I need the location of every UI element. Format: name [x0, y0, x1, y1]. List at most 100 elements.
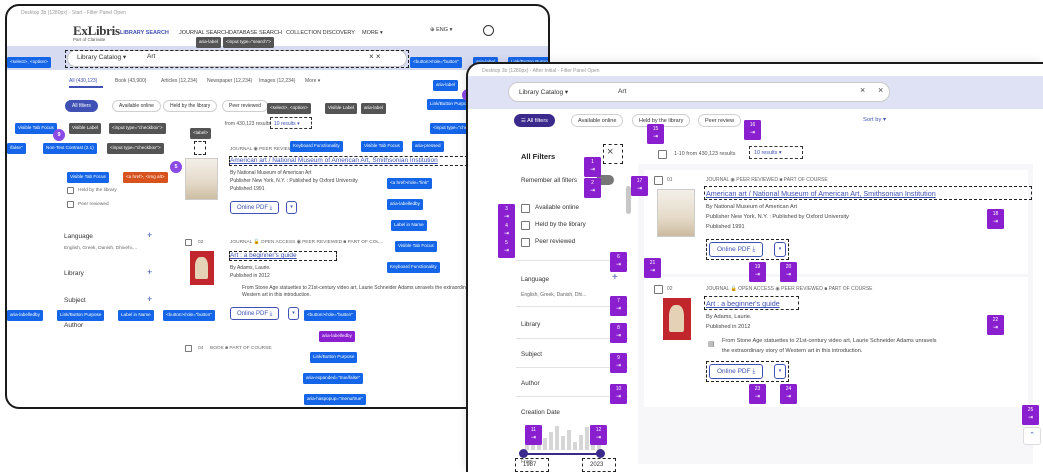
- plus-icon[interactable]: +: [147, 230, 152, 240]
- language-switcher[interactable]: ⊕ ENG ▾: [430, 27, 452, 33]
- tab-arrow-icon: ⇥: [649, 268, 656, 274]
- peer-reviewed-chip[interactable]: Peer reviewed: [222, 100, 268, 112]
- all-filters-chip[interactable]: ☰ All filters: [514, 114, 555, 127]
- pdf-dropdown-button[interactable]: ▾: [288, 307, 299, 320]
- held-by-library-chip[interactable]: Held by the library: [163, 100, 218, 112]
- tab-order-number: 2: [591, 180, 594, 186]
- tab-order-tag: 1 ⇥: [584, 157, 601, 177]
- tab-more[interactable]: More ▾: [305, 78, 320, 84]
- search-input[interactable]: Art: [618, 88, 626, 95]
- tag-select-option: <select>, <option>: [267, 103, 311, 114]
- window-title: Desktop 3b (1280px) - After Initial - Fi…: [482, 68, 600, 74]
- tab-order-tag: 11 ⇥: [525, 425, 542, 445]
- results-count: from 430,123 results: [225, 121, 271, 127]
- tag-input-checkbox: <input type="checkbox">: [107, 143, 164, 154]
- scroll-to-top-button[interactable]: ⌃: [1023, 427, 1041, 445]
- tab-order-tag: 8 ⇥: [610, 323, 627, 343]
- select-checkbox[interactable]: [185, 239, 192, 246]
- focus-outline: [194, 141, 206, 155]
- card-meta: JOURNAL ◉ PEER REVIEWED: [230, 147, 300, 152]
- to-handle[interactable]: [596, 449, 605, 458]
- front-window: Desktop 3b (1280px) - After Initial - Fi…: [466, 62, 1043, 472]
- tab-all[interactable]: All (430,123): [69, 78, 97, 84]
- tab-arrow-icon: ⇥: [992, 219, 999, 225]
- select-all-checkbox[interactable]: [658, 150, 667, 159]
- library-facet[interactable]: Library: [64, 270, 84, 277]
- all-filters-chip[interactable]: All filters: [65, 100, 98, 112]
- plus-icon[interactable]: +: [147, 267, 152, 277]
- scope-select[interactable]: Library Catalog ▾: [519, 88, 568, 96]
- nav-journal-search[interactable]: JOURNAL SEARCH: [179, 30, 229, 36]
- plus-icon[interactable]: +: [147, 294, 152, 304]
- available-online-chip[interactable]: Available online: [112, 100, 161, 112]
- tab-articles[interactable]: Articles (12,234): [161, 78, 197, 84]
- plus-icon[interactable]: +: [612, 272, 618, 283]
- language-facet[interactable]: Language: [64, 233, 93, 240]
- close-icon[interactable]: ×: [878, 85, 883, 95]
- tag-visible-tab-focus: Visible Tab Focus: [15, 123, 57, 134]
- tab-order-number: 16: [749, 122, 756, 128]
- close-filters-icon[interactable]: ×: [607, 146, 613, 158]
- tab-arrow-icon: ⇥: [589, 188, 596, 194]
- tab-order-number: 12: [595, 427, 602, 433]
- user-icon[interactable]: [483, 25, 494, 36]
- results-per-page[interactable]: 10 results ▾: [749, 146, 803, 159]
- from-handle[interactable]: [519, 449, 528, 458]
- tab-arrow-icon: ⇥: [754, 272, 761, 278]
- select-checkbox[interactable]: [185, 345, 192, 352]
- library-facet[interactable]: Library: [521, 321, 540, 328]
- held-checkbox[interactable]: [521, 221, 530, 230]
- tab-order-tag: 7 ⇥: [610, 296, 627, 316]
- tab-order-tag: 15 ⇥: [647, 124, 664, 144]
- tab-order-bubble: 9: [53, 129, 65, 141]
- author-facet[interactable]: Author: [64, 322, 83, 329]
- result-thumbnail[interactable]: [657, 189, 695, 237]
- nav-more[interactable]: MORE ▾: [362, 30, 383, 36]
- creation-date-facet[interactable]: Creation Date: [521, 409, 560, 416]
- peer-checkbox[interactable]: [67, 201, 74, 208]
- results-per-page[interactable]: 10 results ▾: [270, 117, 312, 129]
- tab-order-tag: 16 ⇥: [744, 120, 761, 140]
- book-cover[interactable]: [663, 298, 691, 340]
- available-online-checkbox[interactable]: [521, 204, 530, 213]
- select-checkbox[interactable]: [654, 176, 663, 185]
- results-count: 1-10 from 430,123 results: [674, 151, 736, 157]
- language-facet[interactable]: Language: [521, 276, 549, 283]
- subject-facet[interactable]: Subject: [521, 351, 542, 358]
- sort-by-dropdown[interactable]: Sort by ▾: [863, 117, 886, 123]
- tab-order-number: 21: [649, 260, 656, 266]
- peer-reviewed-chip[interactable]: Peer review: [698, 114, 742, 127]
- book-cover[interactable]: [190, 251, 214, 285]
- clear-icon[interactable]: ×: [860, 85, 865, 95]
- date-range-slider[interactable]: [521, 453, 601, 455]
- focus-outline: [704, 296, 799, 310]
- peer-checkbox[interactable]: [521, 238, 530, 247]
- tab-arrow-icon: ⇥: [503, 214, 510, 220]
- tab-order-tag: 23 ⇥: [749, 384, 766, 404]
- tab-newspaper[interactable]: Newspaper (12,234): [207, 78, 252, 84]
- held-checkbox[interactable]: [67, 187, 74, 194]
- available-online-chip[interactable]: Available online: [571, 114, 624, 127]
- pdf-dropdown-button[interactable]: ▾: [286, 201, 297, 214]
- tab-book[interactable]: Book (43,900): [115, 78, 146, 84]
- tag-input-search: <input type="search">: [223, 37, 275, 48]
- tab-order-number: 10: [615, 386, 622, 392]
- tab-images[interactable]: Images (12,234): [259, 78, 295, 84]
- result-description-cont: the extraordinary story of Western art i…: [722, 348, 863, 354]
- hist-bar: [573, 442, 577, 450]
- tab-order-tag: 9 ⇥: [610, 353, 627, 373]
- result-author: By Adams, Laurie.: [230, 265, 271, 271]
- result-thumbnail[interactable]: [185, 158, 218, 200]
- select-checkbox[interactable]: [654, 285, 663, 294]
- subject-facet[interactable]: Subject: [64, 297, 86, 304]
- focus-outline: [65, 50, 409, 68]
- tab-arrow-icon: ⇥: [589, 167, 596, 173]
- tab-arrow-icon: ⇥: [992, 325, 999, 331]
- nav-collection-discovery[interactable]: COLLECTION DISCOVERY: [286, 30, 355, 36]
- held-label: Held by the library: [535, 221, 586, 228]
- author-facet[interactable]: Author: [521, 380, 540, 387]
- nav-database-search[interactable]: DATABASE SEARCH: [229, 30, 282, 36]
- online-pdf-button[interactable]: Online PDF ⤓: [230, 307, 280, 320]
- online-pdf-button[interactable]: Online PDF ⤓: [230, 201, 280, 214]
- nav-library-search[interactable]: LIBRARY SEARCH: [120, 30, 169, 36]
